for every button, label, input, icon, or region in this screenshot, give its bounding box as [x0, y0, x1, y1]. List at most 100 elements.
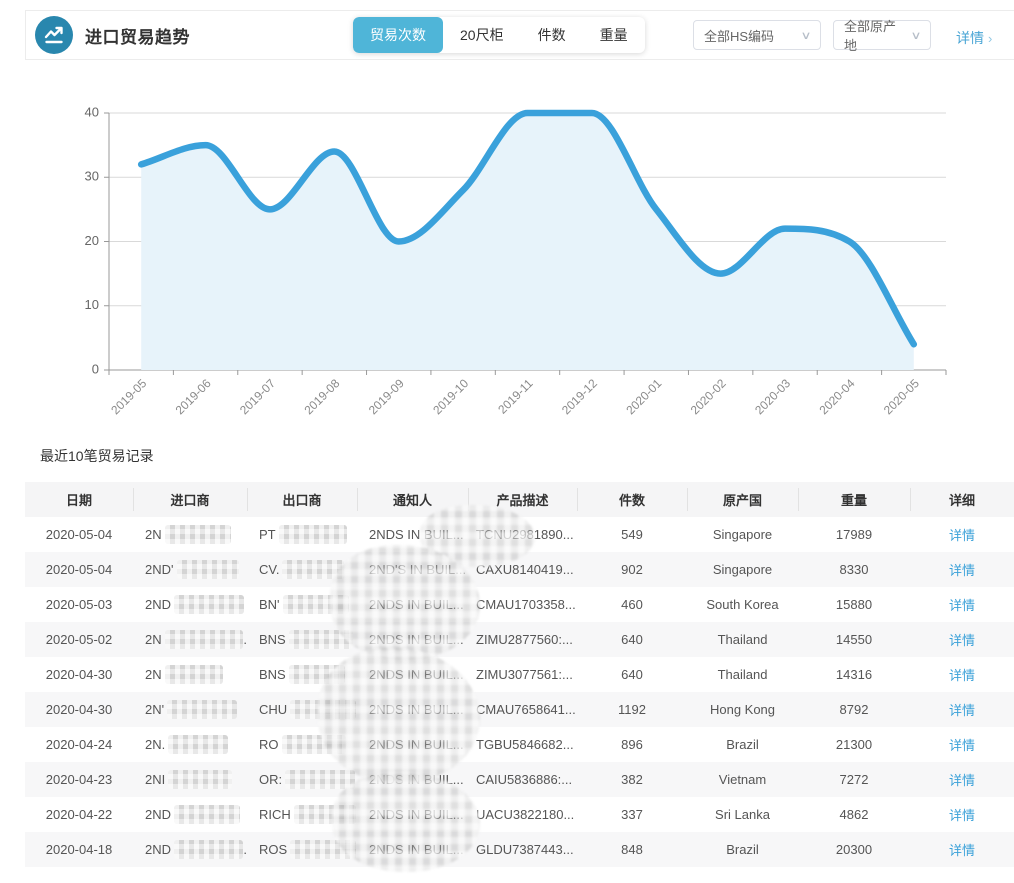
svg-text:2020-03: 2020-03 [752, 376, 793, 417]
cell-notify-party: 2NDS IN BUIL... [357, 737, 468, 752]
cell-exporter: RICH [247, 805, 357, 824]
cell-piece-count: 640 [577, 667, 687, 682]
col-exporter: 出口商 [247, 482, 357, 517]
cell-weight: 8792 [798, 702, 910, 717]
col-notify-party: 通知人 [357, 482, 468, 517]
censored-text [289, 630, 353, 649]
cell-origin-country: Singapore [687, 562, 798, 577]
recent-trades-table: 日期 进口商 出口商 通知人 产品描述 件数 原产国 重量 详细 2020-05… [25, 482, 1014, 867]
row-detail-link[interactable]: 详情 [949, 528, 975, 543]
cell-piece-count: 460 [577, 597, 687, 612]
cell-exporter: OR: [247, 770, 357, 789]
cell-origin-country: South Korea [687, 597, 798, 612]
cell-origin-country: Thailand [687, 632, 798, 647]
cell-importer: 2N' [133, 700, 247, 719]
cell-origin-country: Thailand [687, 667, 798, 682]
censored-text [167, 700, 237, 719]
svg-text:20: 20 [85, 233, 99, 248]
cell-exporter: BNS [247, 630, 357, 649]
svg-text:2019-06: 2019-06 [173, 376, 214, 417]
cell-importer: 2N. [133, 630, 247, 649]
cell-date: 2020-04-23 [25, 772, 133, 787]
censored-text [177, 560, 239, 579]
cell-product-desc: CMAU1703358... [468, 597, 577, 612]
svg-text:2019-07: 2019-07 [237, 376, 278, 417]
col-product-desc: 产品描述 [468, 482, 577, 517]
cell-importer: 2ND. [133, 840, 247, 859]
table-row: 2020-05-04 2N PT 2NDS IN BUIL... TCNU298… [25, 517, 1014, 552]
row-detail-link[interactable]: 详情 [949, 668, 975, 683]
cell-product-desc: UACU3822180... [468, 807, 577, 822]
cell-importer: 2N [133, 665, 247, 684]
svg-text:0: 0 [92, 361, 99, 376]
table-body: 2020-05-04 2N PT 2NDS IN BUIL... TCNU298… [25, 517, 1014, 867]
table-header-row: 日期 进口商 出口商 通知人 产品描述 件数 原产国 重量 详细 [25, 482, 1014, 517]
table-row: 2020-04-22 2ND RICH 2NDS IN BUIL... UACU… [25, 797, 1014, 832]
svg-text:2019-12: 2019-12 [559, 376, 600, 417]
row-detail-link[interactable]: 详情 [949, 773, 975, 788]
cell-date: 2020-05-03 [25, 597, 133, 612]
cell-weight: 7272 [798, 772, 910, 787]
cell-importer: 2N [133, 525, 247, 544]
cell-importer: 2ND [133, 595, 247, 614]
table-row: 2020-04-30 2N' CHU 2NDS IN BUIL... CMAU7… [25, 692, 1014, 727]
col-date: 日期 [25, 482, 133, 517]
cell-weight: 8330 [798, 562, 910, 577]
cell-weight: 20300 [798, 842, 910, 857]
censored-text [289, 665, 345, 684]
cell-importer: 2N. [133, 735, 247, 754]
cell-notify-party: 2ND'S IN BUIL... [357, 562, 468, 577]
row-detail-link[interactable]: 详情 [949, 633, 975, 648]
svg-text:2020-02: 2020-02 [688, 376, 729, 417]
cell-piece-count: 848 [577, 842, 687, 857]
col-piece-count: 件数 [577, 482, 687, 517]
cell-exporter: BNS [247, 665, 357, 684]
censored-text [165, 630, 244, 649]
cell-notify-party: 2NDS IN BUIL... [357, 772, 468, 787]
cell-weight: 15880 [798, 597, 910, 612]
cell-product-desc: CAXU8140419... [468, 562, 577, 577]
row-detail-link[interactable]: 详情 [949, 598, 975, 613]
cell-origin-country: Brazil [687, 842, 798, 857]
svg-text:2019-09: 2019-09 [366, 376, 407, 417]
censored-text [168, 735, 228, 754]
cell-exporter: ROS [247, 840, 357, 859]
cell-weight: 17989 [798, 527, 910, 542]
cell-notify-party: 2NDS IN BUIL... [357, 807, 468, 822]
censored-text [290, 700, 356, 719]
svg-text:40: 40 [85, 104, 99, 119]
cell-product-desc: ZIMU3077561:... [468, 667, 577, 682]
table-title: 最近10笔贸易记录 [40, 446, 154, 466]
svg-text:2019-05: 2019-05 [108, 376, 149, 417]
cell-piece-count: 337 [577, 807, 687, 822]
row-detail-link[interactable]: 详情 [949, 808, 975, 823]
cell-date: 2020-04-22 [25, 807, 133, 822]
cell-piece-count: 382 [577, 772, 687, 787]
cell-importer: 2ND [133, 805, 247, 824]
cell-importer: 2NI [133, 770, 247, 789]
table-row: 2020-04-24 2N. RO 2NDS IN BUIL... TGBU58… [25, 727, 1014, 762]
row-detail-link[interactable]: 详情 [949, 843, 975, 858]
svg-text:2020-05: 2020-05 [881, 376, 922, 417]
svg-text:2019-11: 2019-11 [495, 376, 536, 417]
censored-text [290, 840, 356, 859]
row-detail-link[interactable]: 详情 [949, 703, 975, 718]
row-detail-link[interactable]: 详情 [949, 563, 975, 578]
cell-notify-party: 2NDS IN BUIL... [357, 632, 468, 647]
cell-origin-country: Vietnam [687, 772, 798, 787]
cell-product-desc: ZIMU2877560:... [468, 632, 577, 647]
row-detail-link[interactable]: 详情 [949, 738, 975, 753]
cell-date: 2020-05-04 [25, 562, 133, 577]
cell-exporter: RO [247, 735, 357, 754]
cell-notify-party: 2NDS IN BUIL... [357, 667, 468, 682]
cell-notify-party: 2NDS IN BUIL... [357, 702, 468, 717]
censored-text [174, 840, 243, 859]
cell-date: 2020-05-02 [25, 632, 133, 647]
censored-text [165, 525, 231, 544]
col-origin-country: 原产国 [687, 482, 798, 517]
cell-date: 2020-05-04 [25, 527, 133, 542]
table-row: 2020-04-18 2ND. ROS 2NDS IN BUIL... GLDU… [25, 832, 1014, 867]
cell-piece-count: 640 [577, 632, 687, 647]
svg-text:30: 30 [85, 169, 99, 184]
censored-text [282, 560, 344, 579]
